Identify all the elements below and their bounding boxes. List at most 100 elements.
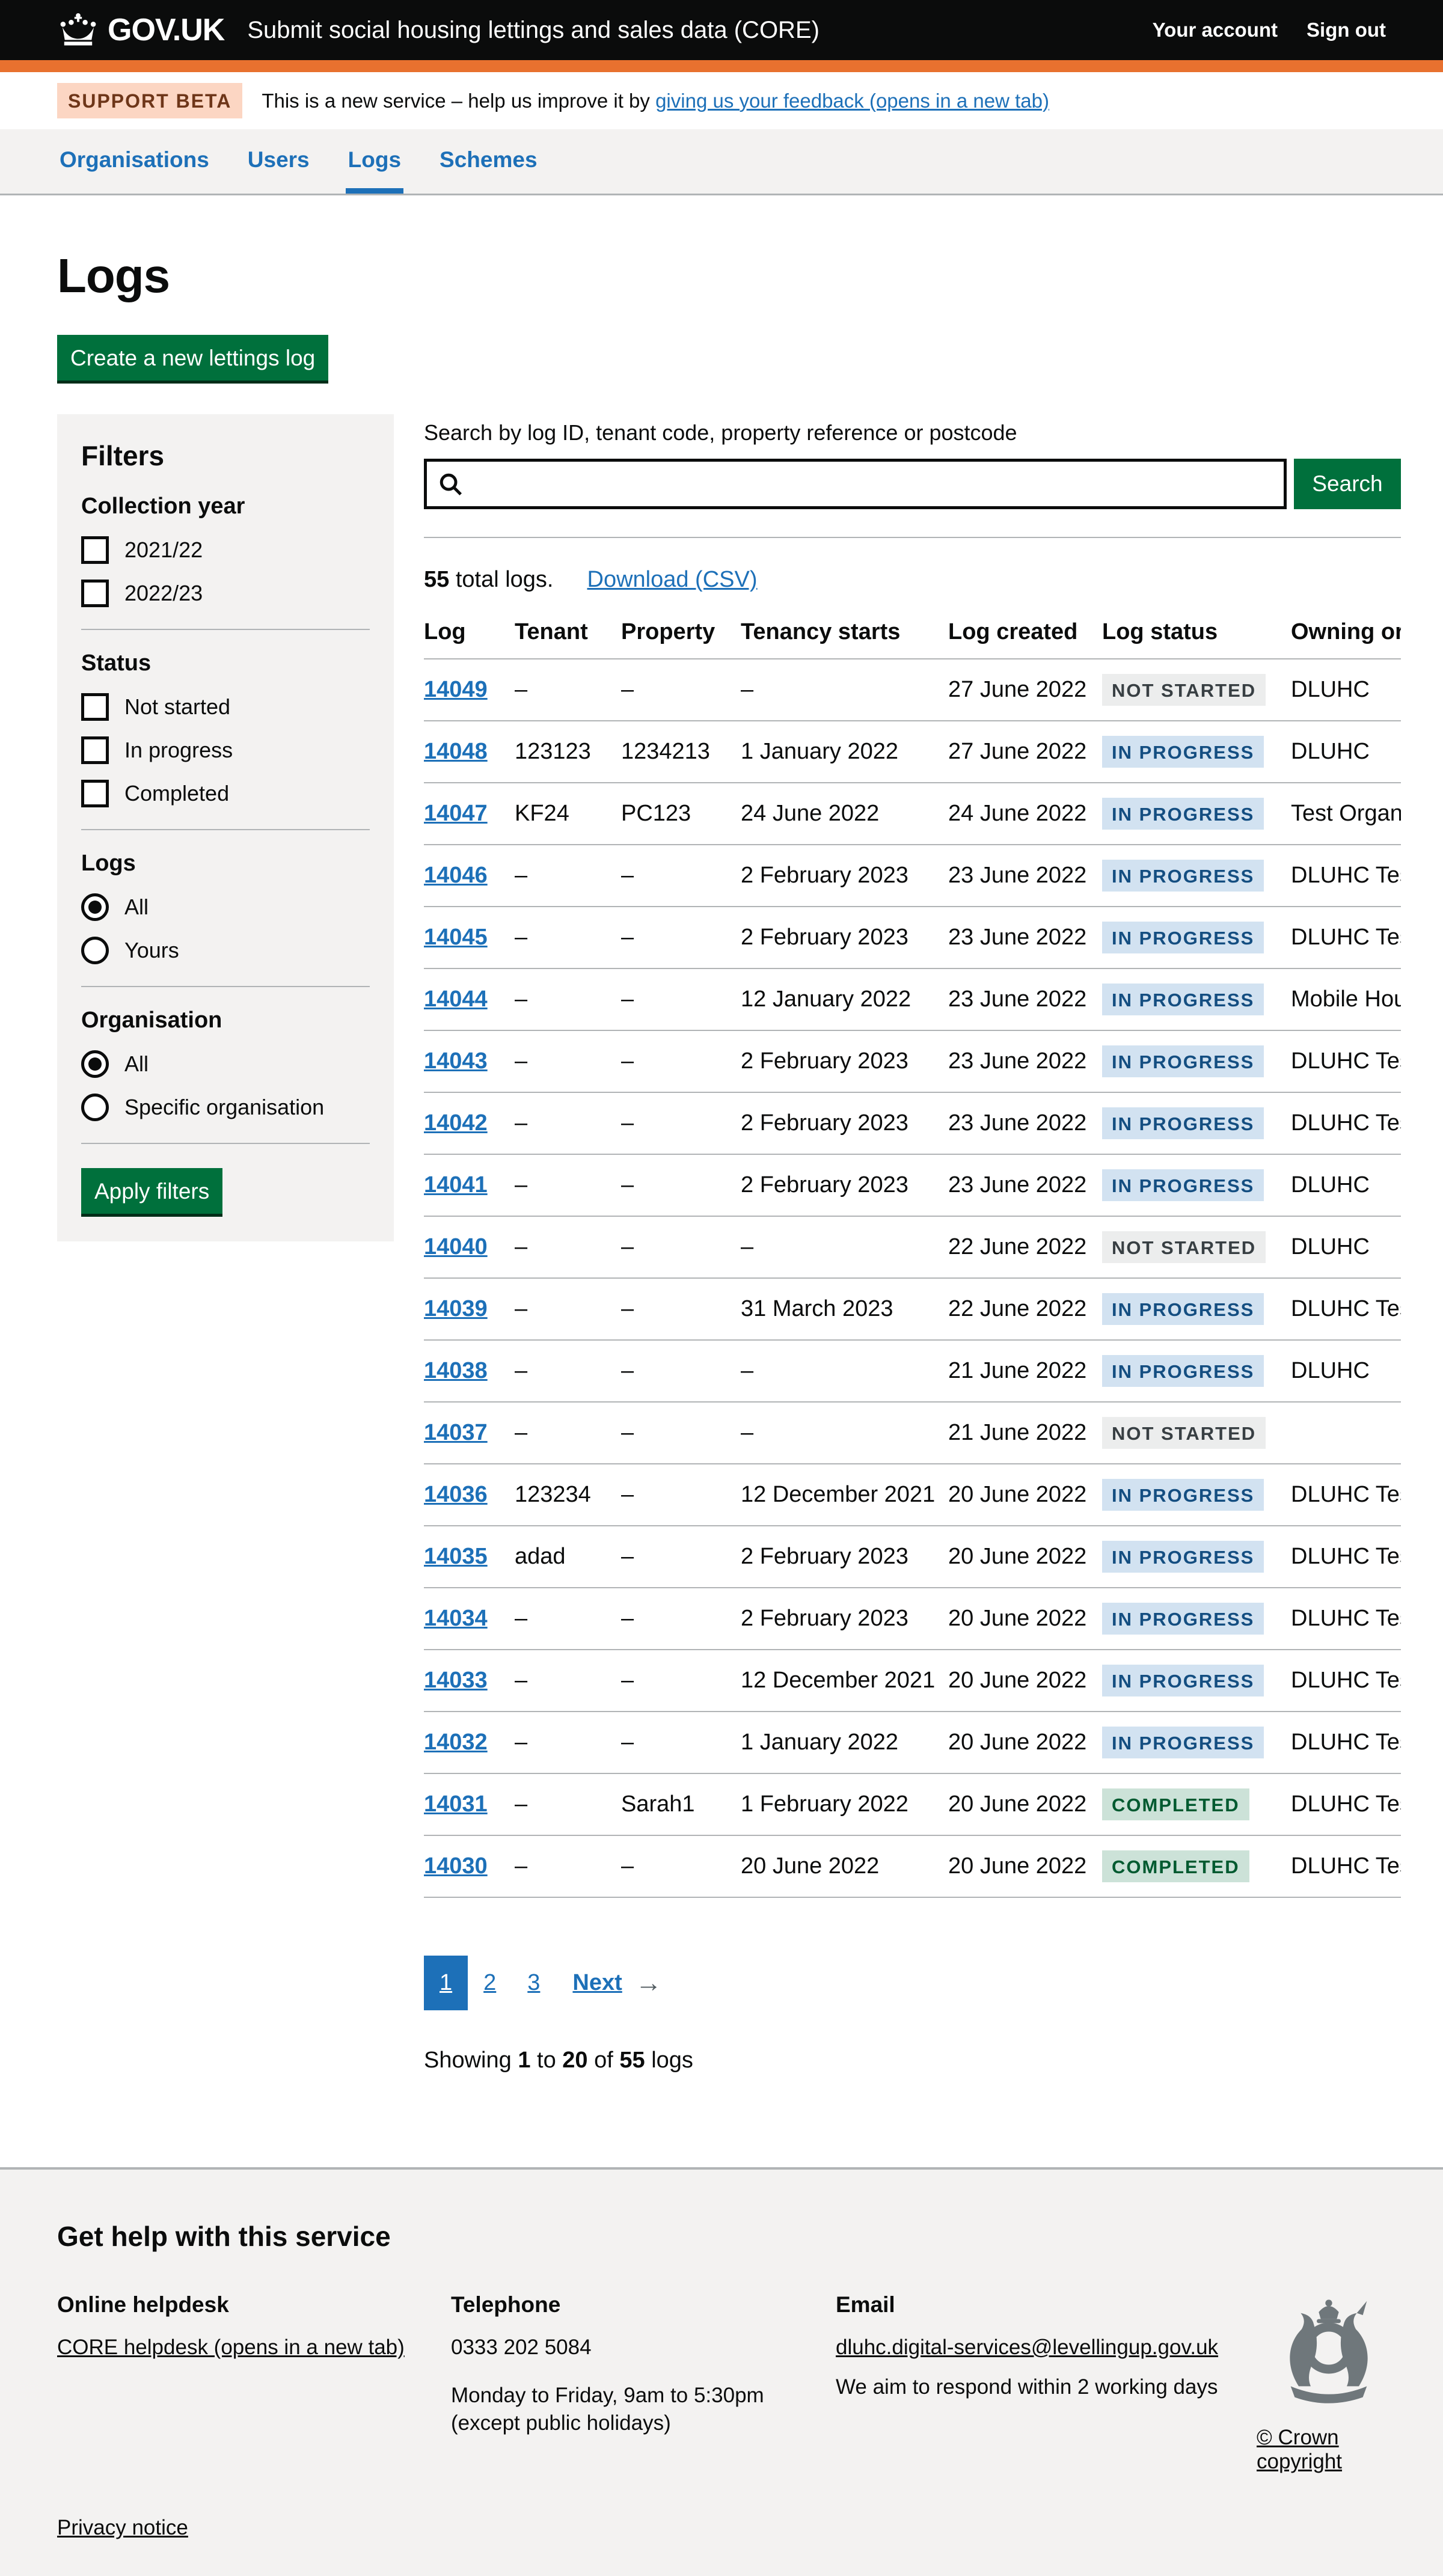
cell-owning-org: DLUHC bbox=[1291, 1340, 1401, 1402]
apply-filters-button[interactable]: Apply filters bbox=[81, 1168, 222, 1214]
filter-legend-logs: Logs bbox=[81, 851, 370, 877]
filter-option-collection-year-2021-22[interactable]: 2021/22 bbox=[81, 536, 370, 564]
log-link-14037[interactable]: 14037 bbox=[424, 1420, 488, 1445]
cell-property: – bbox=[621, 1216, 741, 1278]
log-link-14045[interactable]: 14045 bbox=[424, 925, 488, 950]
log-link-14034[interactable]: 14034 bbox=[424, 1606, 488, 1631]
filter-option-status-completed[interactable]: Completed bbox=[81, 780, 370, 807]
cell-log-created: 23 June 2022 bbox=[948, 1030, 1102, 1092]
cell-log-id: 14047 bbox=[424, 783, 515, 845]
log-link-14042[interactable]: 14042 bbox=[424, 1110, 488, 1136]
filters-panel: Filters Collection year2021/222022/23Sta… bbox=[57, 414, 394, 1241]
cell-property: PC123 bbox=[621, 783, 741, 845]
crown-copyright-link[interactable]: © Crown copyright bbox=[1257, 2426, 1401, 2474]
cell-log-created: 20 June 2022 bbox=[948, 1773, 1102, 1835]
table-row: 14040–––22 June 2022NOT STARTEDDLUHC bbox=[424, 1216, 1401, 1278]
telephone-heading: Telephone bbox=[451, 2292, 836, 2317]
cell-log-status: IN PROGRESS bbox=[1102, 1340, 1291, 1402]
search-box bbox=[424, 459, 1287, 509]
log-link-14033[interactable]: 14033 bbox=[424, 1668, 488, 1693]
radio-all-icon[interactable] bbox=[81, 893, 109, 921]
pagination-page-1[interactable]: 1 bbox=[424, 1956, 468, 2010]
checkbox-2021-22-icon[interactable] bbox=[81, 536, 109, 564]
create-lettings-log-button[interactable]: Create a new lettings log bbox=[57, 335, 328, 381]
privacy-notice-link[interactable]: Privacy notice bbox=[57, 2516, 188, 2539]
cell-tenant: – bbox=[515, 1588, 621, 1650]
log-link-14044[interactable]: 14044 bbox=[424, 987, 488, 1012]
tab-logs[interactable]: Logs bbox=[346, 129, 403, 194]
filter-option-organisation-specific-organisation[interactable]: Specific organisation bbox=[81, 1094, 370, 1121]
cell-tenant: – bbox=[515, 1030, 621, 1092]
cell-log-created: 21 June 2022 bbox=[948, 1402, 1102, 1464]
log-link-14039[interactable]: 14039 bbox=[424, 1296, 488, 1321]
cell-log-status: COMPLETED bbox=[1102, 1835, 1291, 1897]
filter-option-logs-all[interactable]: All bbox=[81, 893, 370, 921]
tab-schemes[interactable]: Schemes bbox=[437, 129, 540, 194]
status-badge: IN PROGRESS bbox=[1102, 1541, 1264, 1573]
feedback-link[interactable]: giving us your feedback (opens in a new … bbox=[655, 90, 1049, 112]
cell-log-status: IN PROGRESS bbox=[1102, 783, 1291, 845]
cell-log-id: 14044 bbox=[424, 968, 515, 1030]
log-link-14036[interactable]: 14036 bbox=[424, 1482, 488, 1507]
royal-crest-icon bbox=[1269, 2286, 1389, 2404]
cell-tenancy-starts: 2 February 2023 bbox=[741, 1588, 948, 1650]
search-icon bbox=[437, 470, 464, 498]
filter-option-label: In progress bbox=[124, 738, 233, 763]
your-account-link[interactable]: Your account bbox=[1153, 19, 1278, 41]
filter-group-status: StatusNot startedIn progressCompleted bbox=[81, 650, 370, 807]
radio-yours-icon[interactable] bbox=[81, 937, 109, 964]
govuk-logo-link[interactable]: GOV.UK bbox=[57, 12, 224, 48]
log-link-14043[interactable]: 14043 bbox=[424, 1048, 488, 1074]
footer-email-column: Email dluhc.digital-services@levellingup… bbox=[836, 2292, 1257, 2474]
log-link-14049[interactable]: 14049 bbox=[424, 677, 488, 702]
log-link-14048[interactable]: 14048 bbox=[424, 739, 488, 764]
email-link[interactable]: dluhc.digital-services@levellingup.gov.u… bbox=[836, 2336, 1218, 2359]
pagination-next-link[interactable]: Next bbox=[572, 1970, 622, 1996]
checkbox-2022-23-icon[interactable] bbox=[81, 580, 109, 607]
log-link-14047[interactable]: 14047 bbox=[424, 801, 488, 826]
filter-option-organisation-all[interactable]: All bbox=[81, 1050, 370, 1078]
filter-option-status-not-started[interactable]: Not started bbox=[81, 693, 370, 721]
cell-tenant: – bbox=[515, 1216, 621, 1278]
cell-tenant: – bbox=[515, 1402, 621, 1464]
logs-table: LogTenantPropertyTenancy startsLog creat… bbox=[424, 619, 1401, 1898]
filter-option-logs-yours[interactable]: Yours bbox=[81, 937, 370, 964]
radio-all-icon[interactable] bbox=[81, 1050, 109, 1078]
filter-option-status-in-progress[interactable]: In progress bbox=[81, 736, 370, 764]
filter-option-collection-year-2022-23[interactable]: 2022/23 bbox=[81, 580, 370, 607]
log-link-14046[interactable]: 14046 bbox=[424, 863, 488, 888]
cell-log-status: COMPLETED bbox=[1102, 1773, 1291, 1835]
cell-property: – bbox=[621, 1340, 741, 1402]
pagination-page-3[interactable]: 3 bbox=[512, 1956, 556, 2010]
log-link-14040[interactable]: 14040 bbox=[424, 1234, 488, 1259]
download-csv-link[interactable]: Download (CSV) bbox=[587, 567, 758, 592]
search-input[interactable] bbox=[464, 462, 1284, 506]
table-row: 14037–––21 June 2022NOT STARTED bbox=[424, 1402, 1401, 1464]
service-name-link[interactable]: Submit social housing lettings and sales… bbox=[247, 17, 1152, 44]
checkbox-in-progress-icon[interactable] bbox=[81, 736, 109, 764]
cell-owning-org: DLUHC Tes bbox=[1291, 1588, 1401, 1650]
checkbox-completed-icon[interactable] bbox=[81, 780, 109, 807]
core-helpdesk-link[interactable]: CORE helpdesk (opens in a new tab) bbox=[57, 2336, 405, 2359]
log-link-14035[interactable]: 14035 bbox=[424, 1544, 488, 1569]
checkbox-not-started-icon[interactable] bbox=[81, 693, 109, 721]
radio-specific-organisation-icon[interactable] bbox=[81, 1094, 109, 1121]
log-link-14038[interactable]: 14038 bbox=[424, 1358, 488, 1383]
status-badge: NOT STARTED bbox=[1102, 674, 1266, 706]
cell-log-status: IN PROGRESS bbox=[1102, 1712, 1291, 1773]
log-link-14032[interactable]: 14032 bbox=[424, 1730, 488, 1755]
phase-banner-text: This is a new service – help us improve … bbox=[262, 90, 1049, 112]
log-link-14030[interactable]: 14030 bbox=[424, 1853, 488, 1879]
table-row: 14045––2 February 202323 June 2022IN PRO… bbox=[424, 907, 1401, 968]
status-badge: IN PROGRESS bbox=[1102, 798, 1264, 830]
sign-out-link[interactable]: Sign out bbox=[1307, 19, 1386, 41]
cell-tenancy-starts: 12 December 2021 bbox=[741, 1650, 948, 1712]
page: GOV.UK Submit social housing lettings an… bbox=[0, 0, 1443, 2576]
pagination-page-2[interactable]: 2 bbox=[468, 1956, 512, 2010]
table-row: 14043––2 February 202323 June 2022IN PRO… bbox=[424, 1030, 1401, 1092]
log-link-14031[interactable]: 14031 bbox=[424, 1791, 488, 1817]
tab-organisations[interactable]: Organisations bbox=[57, 129, 212, 194]
search-button[interactable]: Search bbox=[1294, 459, 1401, 509]
tab-users[interactable]: Users bbox=[245, 129, 312, 194]
log-link-14041[interactable]: 14041 bbox=[424, 1172, 488, 1198]
